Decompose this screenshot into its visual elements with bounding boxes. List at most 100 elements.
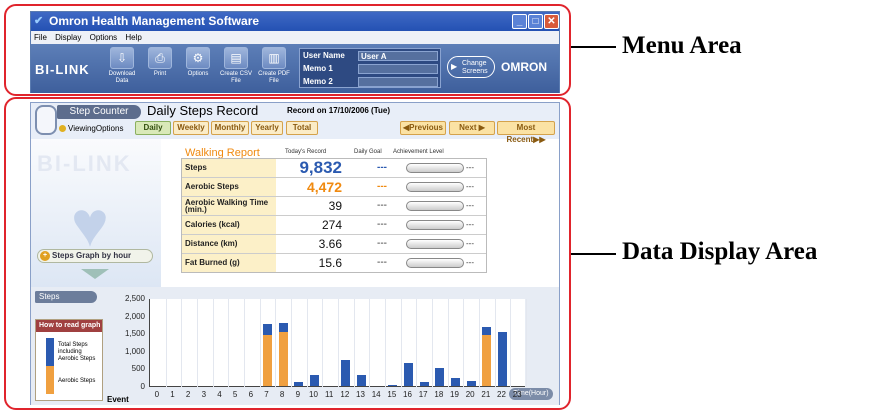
previous-button[interactable]: ◀Previous <box>400 121 446 135</box>
page-title: Daily Steps Record <box>147 103 259 118</box>
app-icon: ✔ <box>34 15 44 27</box>
grid-line <box>510 299 512 387</box>
row-label: Aerobic Walking Time (min.) <box>182 197 276 215</box>
x-tick-label: 15 <box>387 390 397 399</box>
menu-file[interactable]: File <box>34 33 47 42</box>
bar-total-steps <box>357 375 366 386</box>
row-goal: --- <box>377 162 387 173</box>
walking-report-table: Steps 9,832 --- --- Aerobic Steps 4,472 … <box>181 158 487 273</box>
row-level: --- <box>466 163 474 172</box>
step-counter-tab[interactable]: Step Counter <box>57 105 141 119</box>
x-tick-label: 17 <box>418 390 428 399</box>
x-tick-label: 11 <box>325 390 334 399</box>
data-area-pointer <box>571 253 616 255</box>
print-button[interactable]: ⎙ Print <box>141 47 179 91</box>
legend-total-swatch <box>46 338 54 366</box>
x-tick-label: 14 <box>371 390 381 399</box>
view-monthly-button[interactable]: Monthly <box>211 121 249 135</box>
steps-graph-panel: Steps How to read graph Total Steps incl… <box>31 287 559 405</box>
bar-total-steps <box>498 332 507 386</box>
row-level: --- <box>466 258 474 267</box>
play-icon: ▶ <box>451 62 458 71</box>
bar-total-steps <box>341 360 351 386</box>
watermark-logo: BI-LINK <box>37 151 132 176</box>
close-button[interactable]: ✕ <box>544 14 559 29</box>
col-level: Achievement Level <box>393 149 444 155</box>
x-tick-label: 12 <box>340 390 350 399</box>
data-window: Step Counter Daily Steps Record Record o… <box>30 102 560 405</box>
grid-line <box>228 299 230 387</box>
row-goal: --- <box>377 219 387 230</box>
create-pdf-button[interactable]: ▥ Create PDF File <box>255 47 293 91</box>
csv-icon: ▤ <box>224 47 248 69</box>
grid-line <box>432 299 433 387</box>
grid-line <box>197 299 198 387</box>
bar-total-steps <box>404 363 413 386</box>
options-button[interactable]: ⚙ Options <box>179 47 217 91</box>
record-header: Step Counter Daily Steps Record Record o… <box>31 103 559 144</box>
plus-icon: + <box>40 251 50 261</box>
table-row: Steps 9,832 --- --- <box>182 159 486 178</box>
change-screens-label: Change Screens <box>462 60 488 75</box>
row-value: 3.66 <box>318 237 342 251</box>
maximize-button[interactable]: □ <box>528 14 543 29</box>
change-screens-button[interactable]: ▶ Change Screens <box>447 56 495 78</box>
row-value: 39 <box>328 199 342 213</box>
user-info-panel: User Name User A Memo 1 Memo 2 <box>299 48 441 88</box>
row-goal: --- <box>377 257 387 268</box>
x-tick-label: 19 <box>450 390 459 399</box>
bar-aerobic-steps <box>482 334 492 386</box>
grid-line <box>165 299 167 387</box>
row-label: Aerobic Steps <box>182 178 276 196</box>
achievement-bar <box>406 258 464 268</box>
view-weekly-button[interactable]: Weekly <box>173 121 209 135</box>
most-recent-button[interactable]: Most Recent▶▶ <box>497 121 555 144</box>
menu-area-pointer <box>571 46 616 48</box>
bar-total-steps <box>435 367 445 386</box>
x-tick-label: 22 <box>497 390 506 399</box>
menu-options[interactable]: Options <box>90 33 118 42</box>
view-yearly-button[interactable]: Yearly <box>251 121 283 135</box>
menu-display[interactable]: Display <box>55 33 81 42</box>
view-total-button[interactable]: Total <box>286 121 318 135</box>
minimize-button[interactable]: _ <box>512 14 527 29</box>
record-date: Record on 17/10/2006 (Tue) <box>287 106 390 115</box>
row-value: 4,472 <box>306 179 342 195</box>
bullet-icon <box>59 125 66 132</box>
create-pdf-label: Create PDF File <box>258 71 290 84</box>
y-tick-label: 1,000 <box>124 346 145 356</box>
x-tick-label: 16 <box>403 390 412 399</box>
x-tick-label: 8 <box>279 390 285 399</box>
row-value: 15.6 <box>318 256 342 270</box>
bar-total-steps <box>388 385 398 386</box>
grid-line <box>259 299 261 387</box>
x-tick-label: 13 <box>356 390 365 399</box>
grid-line <box>463 299 465 387</box>
achievement-bar <box>406 220 464 230</box>
bar-total-steps <box>419 381 429 386</box>
x-tick-label: 20 <box>465 390 475 399</box>
row-goal: --- <box>377 200 387 211</box>
x-tick-label: 5 <box>232 390 238 399</box>
y-tick-label: 2,000 <box>124 311 145 321</box>
toolbar: BI-LINK ⇩ Download Data ⎙ Print ⚙ Options ▤… <box>31 44 559 93</box>
viewing-options-label: ViewingOptions <box>68 124 124 133</box>
x-tick-label: 3 <box>201 390 207 399</box>
memo1-label: Memo 1 <box>303 64 333 73</box>
create-csv-button[interactable]: ▤ Create CSV File <box>217 47 255 91</box>
steps-graph-button[interactable]: + Steps Graph by hour <box>37 249 153 263</box>
x-tick-label: 1 <box>170 390 175 399</box>
grid-line <box>369 299 371 387</box>
grid-line <box>447 299 449 387</box>
next-button[interactable]: Next ▶ <box>449 121 495 135</box>
bar-total-steps <box>310 374 319 386</box>
y-tick-label: 0 <box>140 382 145 391</box>
download-data-button[interactable]: ⇩ Download Data <box>103 47 141 91</box>
row-level: --- <box>466 201 474 210</box>
grid-line <box>275 299 277 387</box>
options-label: Options <box>187 71 209 77</box>
view-daily-button[interactable]: Daily <box>135 121 171 135</box>
legend-total-text: Total Steps including Aerobic Steps <box>58 342 96 362</box>
menu-help[interactable]: Help <box>125 33 141 42</box>
grid-line <box>244 299 245 387</box>
